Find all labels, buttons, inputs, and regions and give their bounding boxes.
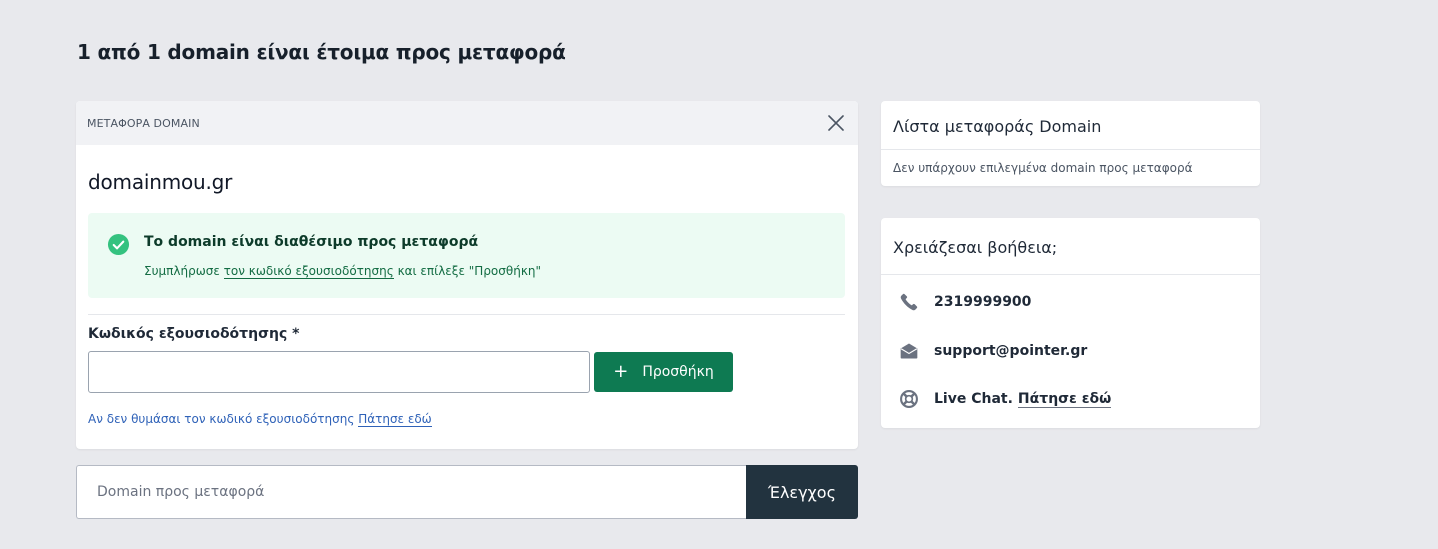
help-card: Χρειάζεσαι βοήθεια; 2319999900 support@p… [881, 218, 1260, 428]
help-live-chat: Live Chat. Πάτησε εδώ [899, 389, 1112, 409]
forgot-code-text: Αν δεν θυμάσαι τον κωδικό εξουσιοδότησης [88, 412, 359, 426]
check-circle-icon [107, 233, 130, 256]
help-phone[interactable]: 2319999900 [899, 292, 1031, 312]
phone-number: 2319999900 [934, 294, 1032, 310]
domain-name: domainmou.gr [88, 170, 233, 194]
auth-code-label: Κωδικός εξουσιοδότησης * [88, 326, 300, 342]
help-title: Χρειάζεσαι βοήθεια; [881, 218, 1260, 275]
forgot-code-help: Αν δεν θυμάσαι τον κωδικό εξουσιοδότησης… [88, 412, 432, 427]
availability-title: Το domain είναι διαθέσιμο προς μεταφορά [144, 234, 479, 250]
check-button[interactable]: Έλεγχος [746, 465, 858, 519]
forgot-code-link[interactable]: Πάτησε εδώ [358, 412, 432, 427]
instructions-suffix: και επίλεξε "Προσθήκη" [393, 264, 542, 278]
domain-check-bar: Έλεγχος [76, 465, 858, 519]
transfer-list-title: Λίστα μεταφοράς Domain [881, 101, 1260, 150]
help-email[interactable]: support@pointer.gr [899, 341, 1087, 361]
plus-icon: + [613, 361, 629, 382]
availability-instructions: Συμπλήρωσε τον κωδικό εξουσιοδότησης και… [144, 264, 542, 279]
card-header-label: ΜΕΤΑΦΟΡΑ DOMAIN [87, 116, 200, 130]
envelope-open-icon [900, 343, 918, 359]
live-chat-link[interactable]: Πάτησε εδώ [1017, 391, 1112, 408]
auth-code-input[interactable] [88, 351, 590, 393]
add-button-label: Προσθήκη [642, 364, 714, 380]
support-email: support@pointer.gr [934, 343, 1088, 359]
transfer-list-card: Λίστα μεταφοράς Domain Δεν υπάρχουν επιλ… [881, 101, 1260, 186]
page-title: 1 από 1 domain είναι έτοιμα προς μεταφορ… [77, 40, 566, 64]
close-icon[interactable] [826, 113, 846, 133]
instructions-prefix: Συμπλήρωσε [144, 264, 224, 278]
live-chat-label: Live Chat. [934, 391, 1013, 407]
divider [88, 314, 845, 315]
life-ring-icon [900, 390, 918, 408]
phone-icon [900, 293, 918, 311]
add-button[interactable]: + Προσθήκη [594, 352, 733, 392]
domain-search-input[interactable] [76, 465, 746, 519]
auth-code-link[interactable]: τον κωδικό εξουσιοδότησης [223, 264, 394, 279]
availability-alert: Το domain είναι διαθέσιμο προς μεταφορά … [88, 213, 845, 298]
domain-transfer-card: ΜΕΤΑΦΟΡΑ DOMAIN domainmou.gr Το domain ε… [76, 101, 858, 449]
card-header: ΜΕΤΑΦΟΡΑ DOMAIN [76, 101, 858, 145]
transfer-list-empty: Δεν υπάρχουν επιλεγμένα domain προς μετα… [893, 161, 1193, 175]
